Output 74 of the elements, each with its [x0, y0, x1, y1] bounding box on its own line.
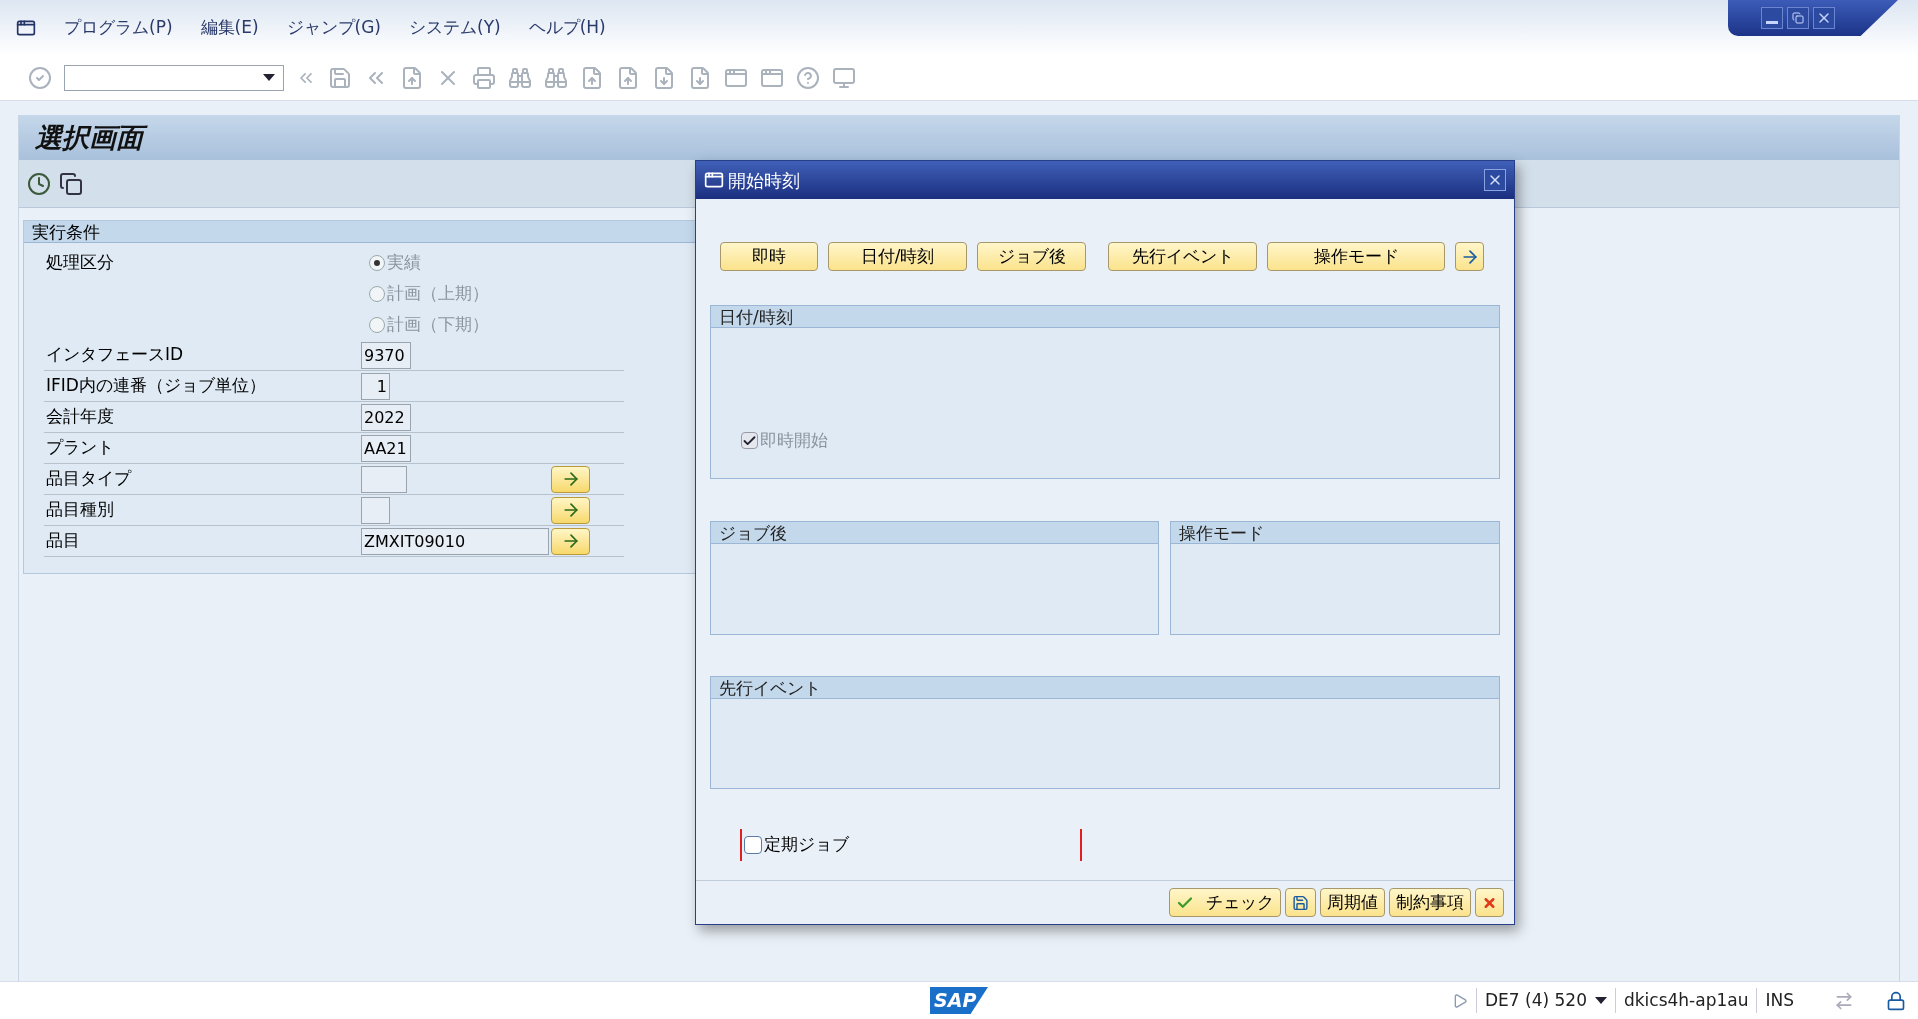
- dialog-title: 開始時刻: [728, 168, 800, 193]
- restore-icon: [1792, 12, 1804, 24]
- menu-item[interactable]: ジャンプ(G): [286, 14, 381, 41]
- window-icon: [704, 170, 724, 190]
- field-label: IFID内の連番（ジョブ単位）: [45, 374, 267, 398]
- checkbox[interactable]: [744, 836, 762, 854]
- find-next-icon[interactable]: [544, 65, 568, 90]
- dialog-button[interactable]: 周期値: [1320, 888, 1385, 917]
- next-button[interactable]: [1455, 242, 1484, 271]
- checkbox-label: 定期ジョブ: [764, 833, 849, 857]
- next-page-icon[interactable]: [652, 65, 676, 90]
- field-label: 会計年度: [45, 405, 115, 429]
- dropdown-caret-icon[interactable]: [1594, 997, 1607, 1004]
- help-icon[interactable]: [796, 65, 820, 90]
- value-help-button[interactable]: [551, 527, 590, 555]
- value-help-button[interactable]: [551, 465, 590, 493]
- tab-button[interactable]: ジョブ後: [977, 242, 1086, 271]
- previous-page-icon[interactable]: [616, 65, 640, 90]
- tab-button[interactable]: 日付/時刻: [828, 242, 967, 271]
- server-name: dkics4h-ap1au: [1614, 987, 1749, 1014]
- input-field[interactable]: 2022: [361, 403, 411, 431]
- radio-label: 実績: [387, 250, 421, 274]
- monitor-icon[interactable]: [832, 65, 856, 90]
- save-icon[interactable]: [328, 65, 352, 90]
- restore-button[interactable]: [1787, 7, 1809, 29]
- first-page-icon[interactable]: [580, 65, 604, 90]
- close-button[interactable]: [1484, 169, 1506, 191]
- lock-icon[interactable]: [1886, 990, 1906, 1011]
- close-button[interactable]: [1813, 7, 1835, 29]
- minimize-icon: [1766, 20, 1778, 24]
- menu-item[interactable]: システム(Y): [409, 14, 501, 41]
- input-field[interactable]: [361, 496, 390, 524]
- group-title: 先行イベント: [711, 677, 1499, 699]
- field-label: 品目種別: [45, 498, 115, 522]
- menu-item[interactable]: ヘルプ(H): [528, 14, 606, 41]
- tab-button[interactable]: 即時: [720, 242, 818, 271]
- group-title: 操作モード: [1171, 522, 1499, 544]
- input-field[interactable]: [361, 465, 407, 493]
- radio-label: 計画（下期）: [387, 312, 489, 336]
- copy-icon[interactable]: [59, 171, 83, 196]
- field-label: インタフェースID: [45, 343, 185, 367]
- sap-logo: SAP: [930, 987, 988, 1014]
- menu-item[interactable]: プログラム(P): [64, 14, 173, 41]
- dialog-button[interactable]: 制約事項: [1389, 888, 1471, 917]
- transfer-icon[interactable]: [1834, 990, 1854, 1011]
- group-title: 日付/時刻: [711, 306, 1499, 328]
- dropdown-caret-icon: [263, 74, 275, 81]
- screen-title: 選択画面: [35, 117, 151, 158]
- field-label: 処理区分: [45, 251, 115, 274]
- field-label: 品目: [45, 529, 81, 553]
- input-field[interactable]: AA21: [361, 434, 411, 462]
- minimize-button[interactable]: [1761, 7, 1783, 29]
- menu-item[interactable]: 編集(E): [200, 14, 259, 41]
- radio-label: 計画（上期）: [387, 281, 489, 305]
- save-button[interactable]: [1285, 888, 1316, 917]
- input-field[interactable]: ZMXIT09010: [361, 527, 549, 555]
- tab-button[interactable]: 先行イベント: [1108, 242, 1257, 271]
- check-button[interactable]: チェック: [1169, 888, 1281, 917]
- checkbox-label: 即時開始: [760, 429, 828, 452]
- system-info[interactable]: DE7 (4) 520: [1475, 987, 1587, 1014]
- group-title: ジョブ後: [711, 522, 1158, 544]
- value-help-button[interactable]: [551, 496, 590, 524]
- command-field[interactable]: [64, 64, 284, 91]
- insert-mode: INS: [1756, 987, 1794, 1014]
- input-field[interactable]: 9370: [361, 341, 411, 369]
- tab-button[interactable]: 操作モード: [1267, 242, 1445, 271]
- cancel-button[interactable]: [1475, 888, 1504, 917]
- field-label: 品目タイプ: [45, 467, 133, 491]
- last-page-icon[interactable]: [688, 65, 712, 90]
- enter-icon[interactable]: [28, 65, 52, 90]
- field-label: プラント: [45, 436, 115, 460]
- print-icon[interactable]: [472, 65, 496, 90]
- input-field[interactable]: 1: [361, 372, 390, 400]
- find-icon[interactable]: [508, 65, 532, 90]
